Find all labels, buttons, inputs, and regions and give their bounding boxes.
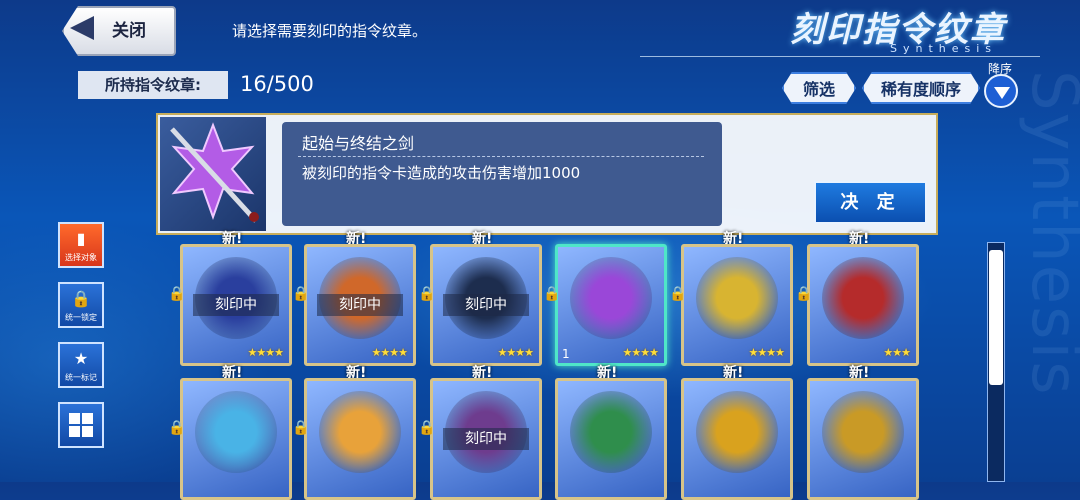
selected-command-code-thumbnail	[160, 117, 266, 231]
command-code-art	[570, 257, 652, 339]
command-code-card[interactable]: ★★★★	[681, 244, 793, 366]
instruction-text: 请选择需要刻印的指令纹章。	[232, 22, 428, 40]
lock-all-label: 统一锁定	[65, 313, 97, 322]
page-subtitle: Synthesis	[890, 42, 998, 55]
rarity-stars: ★★★★	[247, 346, 284, 359]
lock-icon: 🔒	[168, 286, 186, 302]
confirm-button[interactable]: 决 定	[814, 181, 927, 224]
command-code-card[interactable]: 刻印中 ★★★★	[304, 244, 416, 366]
synthesis-watermark: Synthesis	[1017, 70, 1080, 397]
sort-order-down-icon[interactable]	[984, 74, 1018, 108]
owned-count-label: 所持指令纹章:	[78, 71, 228, 99]
close-button-label[interactable]: 关闭	[112, 16, 146, 41]
lock-icon: 🔒	[71, 289, 91, 308]
grid-view-button[interactable]	[58, 402, 104, 448]
command-code-effect: 被刻印的指令卡造成的攻击伤害增加1000	[302, 164, 581, 182]
engraved-label: 刻印中	[443, 428, 529, 450]
rarity-stars: ★★★	[883, 346, 911, 359]
lock-icon: 🔒	[418, 286, 436, 302]
filter-button[interactable]: 筛选	[782, 72, 856, 104]
scrollbar-thumb[interactable]	[989, 250, 1003, 385]
sword-emblem-icon	[170, 122, 259, 223]
lock-all-button[interactable]: 🔒 统一锁定	[58, 282, 104, 328]
command-code-card[interactable]: 刻印中 ★★★★	[430, 244, 542, 366]
lock-icon: 🔒	[168, 420, 186, 436]
command-code-card[interactable]: ★★★	[807, 244, 919, 366]
lock-icon: 🔒	[418, 420, 436, 436]
lock-icon: 🔒	[292, 286, 310, 302]
lock-icon: 🔒	[795, 286, 813, 302]
rarity-stars: ★★★★	[497, 346, 534, 359]
command-code-art	[195, 391, 277, 473]
mark-all-label: 统一标记	[65, 373, 97, 382]
rarity-stars: ★★★★	[748, 346, 785, 359]
select-target-button[interactable]: ▮ 选择对象	[58, 222, 104, 268]
star-mark-icon: ★	[73, 349, 89, 368]
command-code-art	[696, 391, 778, 473]
grid-icon	[69, 413, 93, 437]
selection-index: 1	[562, 347, 570, 361]
command-code-art	[822, 391, 904, 473]
command-code-art	[570, 391, 652, 473]
card-select-icon: ▮	[76, 229, 86, 248]
owned-count-value: 16/500	[240, 72, 314, 96]
rarity-stars: ★★★★	[371, 346, 408, 359]
title-divider	[640, 56, 1040, 57]
command-code-art	[319, 391, 401, 473]
lock-icon: 🔒	[543, 286, 561, 302]
command-code-name: 起始与终结之剑	[302, 134, 415, 153]
command-code-art	[696, 257, 778, 339]
rarity-stars: ★★★★	[622, 346, 659, 359]
lock-icon: 🔒	[669, 286, 687, 302]
description-divider	[298, 156, 704, 157]
engraved-label: 刻印中	[193, 294, 279, 316]
command-code-card[interactable]: ★★★★ 1	[555, 244, 667, 366]
select-target-label: 选择对象	[65, 253, 97, 262]
command-code-art	[822, 257, 904, 339]
sort-rarity-button[interactable]: 稀有度顺序	[862, 72, 980, 104]
engraved-label: 刻印中	[317, 294, 403, 316]
mark-all-button[interactable]: ★ 统一标记	[58, 342, 104, 388]
engraved-label: 刻印中	[443, 294, 529, 316]
command-code-card[interactable]: 刻印中 ★★★★	[180, 244, 292, 366]
lock-icon: 🔒	[292, 420, 310, 436]
